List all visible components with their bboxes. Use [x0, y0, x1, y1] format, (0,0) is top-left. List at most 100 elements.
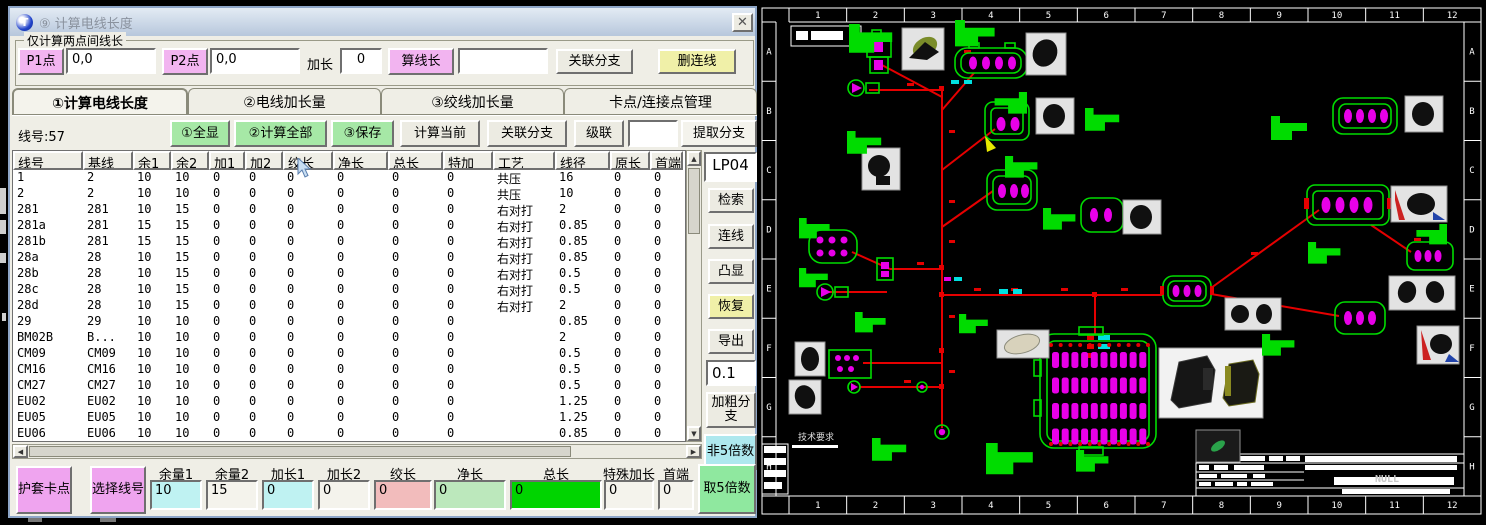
restore-button[interactable]: 恢复 [708, 294, 754, 319]
table-cell: 0 [283, 330, 333, 346]
extract-branch-button[interactable]: 提取分支 [681, 120, 757, 147]
field-input[interactable]: 0 [434, 480, 506, 510]
save-button[interactable]: ③保存 [331, 120, 394, 147]
vscroll-thumb[interactable] [688, 168, 700, 234]
table-row[interactable]: EU06EU0610100000000.8500 [13, 426, 685, 442]
scale-input[interactable]: 0.1 [706, 360, 756, 386]
export-button[interactable]: 导出 [708, 329, 754, 354]
table-row[interactable]: 28d281015000000右对打200 [13, 298, 685, 314]
table-row[interactable]: BM02BB...1010000000200 [13, 330, 685, 346]
show-all-button[interactable]: ①全显 [170, 120, 230, 147]
result-input[interactable] [458, 48, 548, 74]
p2-input[interactable]: 0,0 [210, 48, 300, 74]
wire-table[interactable]: 线号基线余1余2加1加2绞长净长总长特加工艺线径原长首端 12101000000… [12, 150, 686, 442]
table-row[interactable]: CM09CM0910100000000.500 [13, 346, 685, 362]
table-vscrollbar[interactable]: ▲ ▼ [686, 150, 702, 442]
column-header[interactable]: 原长 [610, 151, 650, 170]
table-cell: 0 [650, 330, 683, 346]
scroll-left-icon[interactable]: ◀ [13, 445, 28, 458]
table-row[interactable]: CM16CM1610100000000.500 [13, 362, 685, 378]
table-hscrollbar[interactable]: ◀ ▶ [12, 444, 702, 459]
table-cell: 0 [650, 314, 683, 330]
photo-dark-5 [789, 380, 821, 414]
svg-text:E: E [766, 285, 771, 295]
tab-clip-point-mgmt[interactable]: 卡点/连接点管理 [564, 88, 757, 115]
column-header[interactable]: 加2 [245, 151, 283, 170]
tab-calc-wire-length[interactable]: ①计算电线长度 [12, 88, 188, 115]
table-row[interactable]: 28b281015000000右对打0.500 [13, 266, 685, 282]
calc-length-button[interactable]: 算线长 [388, 48, 454, 75]
table-cell: CM16 [13, 362, 83, 378]
cad-canvas[interactable]: 123456789101112 123456789101112 ABCDEFGH… [759, 0, 1486, 525]
p1-button[interactable]: P1点 [18, 48, 64, 75]
mouse-cursor [297, 158, 311, 179]
lp-input[interactable]: LP04 [704, 152, 757, 182]
scroll-down-icon[interactable]: ▼ [687, 426, 701, 441]
field-input[interactable]: 0 [510, 480, 602, 510]
field-input[interactable]: 10 [150, 480, 202, 510]
sheath-point-button[interactable]: 护套卡点 [16, 466, 72, 514]
p2-button[interactable]: P2点 [162, 48, 208, 75]
table-row[interactable]: 292910100000000.8500 [13, 314, 685, 330]
field-input[interactable]: 15 [206, 480, 258, 510]
table-cell: 0 [333, 426, 388, 442]
table-cell: 0 [650, 170, 683, 186]
table-row[interactable]: 121010000000共压1600 [13, 170, 685, 186]
photo-dark-2 [1026, 33, 1066, 75]
take-multiple5-button[interactable]: 取5倍数 [698, 464, 756, 514]
table-cell: EU05 [13, 410, 83, 426]
svg-text:E: E [1469, 285, 1474, 295]
toolbar-input[interactable] [628, 120, 678, 147]
field-input[interactable]: 0 [262, 480, 314, 510]
column-header[interactable]: 总长 [388, 151, 443, 170]
bold-branch-button[interactable]: 加粗分支 [706, 392, 756, 428]
p1-input[interactable]: 0,0 [66, 48, 156, 74]
photo-colored-3 [1417, 326, 1459, 364]
table-row[interactable]: 28a281015000000右对打0.8500 [13, 250, 685, 266]
column-header[interactable]: 余1 [133, 151, 171, 170]
calc-current-button[interactable]: 计算当前 [400, 120, 480, 147]
table-row[interactable]: CM27CM2710100000000.500 [13, 378, 685, 394]
table-row[interactable]: 281b2811515000000右对打0.8500 [13, 234, 685, 250]
column-header[interactable]: 净长 [333, 151, 388, 170]
column-header[interactable]: 加1 [209, 151, 245, 170]
field-input[interactable]: 0 [604, 480, 654, 510]
table-row[interactable]: 28c281015000000右对打0.500 [13, 282, 685, 298]
column-header[interactable]: 工艺 [493, 151, 555, 170]
search-button[interactable]: 检索 [708, 188, 754, 213]
column-header[interactable]: 特加 [443, 151, 493, 170]
table-cell [493, 426, 555, 442]
highlight-button[interactable]: 凸显 [708, 259, 754, 284]
delete-line-button[interactable]: 删连线 [658, 49, 736, 74]
tab-twist-extension[interactable]: ③绞线加长量 [381, 88, 564, 115]
table-row[interactable]: EU05EU0510100000001.2500 [13, 410, 685, 426]
table-row[interactable]: 281a2811515000000右对打0.8500 [13, 218, 685, 234]
table-row[interactable]: 221010000000共压1000 [13, 186, 685, 202]
scroll-up-icon[interactable]: ▲ [687, 151, 701, 166]
table-cell: 0 [333, 314, 388, 330]
calc-all-button[interactable]: ②计算全部 [234, 120, 327, 147]
tab-wire-extension[interactable]: ②电线加长量 [188, 88, 381, 115]
connect-button[interactable]: 连线 [708, 224, 754, 249]
hscroll-thumb[interactable] [29, 446, 571, 457]
column-header[interactable]: 基线 [83, 151, 133, 170]
column-header[interactable]: 余2 [171, 151, 209, 170]
field-input[interactable]: 0 [374, 480, 432, 510]
field-input[interactable]: 0 [318, 480, 370, 510]
scroll-right-icon[interactable]: ▶ [686, 445, 701, 458]
field-input[interactable]: 0 [658, 480, 694, 510]
column-header[interactable]: 线号 [13, 151, 83, 170]
column-header[interactable]: 线径 [555, 151, 610, 170]
link-branch-button-2[interactable]: 关联分支 [487, 120, 567, 147]
table-cell: 0 [388, 378, 443, 394]
table-cell: CM27 [83, 378, 133, 394]
extend-input[interactable]: 0 [340, 48, 382, 74]
cascade-button[interactable]: 级联 [574, 120, 624, 147]
table-cell: 28d [13, 298, 83, 314]
table-cell: 15 [133, 218, 171, 234]
column-header[interactable]: 首端 [650, 151, 683, 170]
table-row[interactable]: 2812811015000000右对打200 [13, 202, 685, 218]
close-button[interactable]: ✕ [732, 13, 753, 32]
table-row[interactable]: EU02EU0210100000001.2500 [13, 394, 685, 410]
link-branch-button[interactable]: 关联分支 [556, 49, 633, 74]
